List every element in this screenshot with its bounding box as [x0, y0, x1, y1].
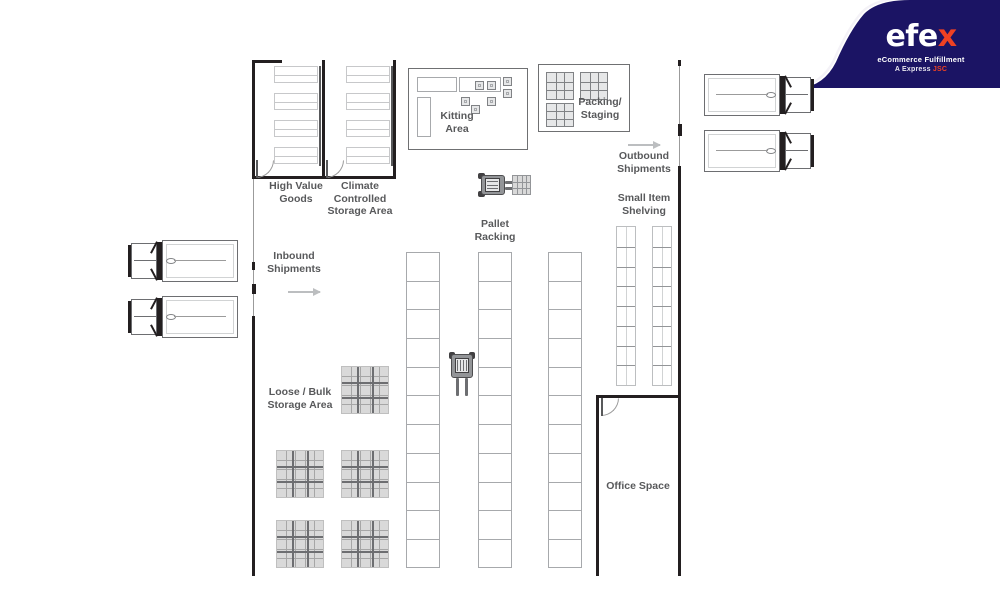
- wall-right-dock-opening-1: [679, 66, 680, 124]
- label-kitting-area: Kitting Area: [440, 110, 474, 135]
- wall-right-main: [678, 166, 681, 576]
- label-small-item-shelving: Small Item Shelving: [617, 192, 671, 217]
- door-office-space: [601, 398, 621, 416]
- kitting-station-1: [475, 81, 484, 90]
- label-climate-controlled-storage: Climate Controlled Storage Area: [327, 180, 393, 217]
- label-outbound-shipments: Outbound Shipments: [617, 150, 671, 175]
- truck-outbound-1: [704, 74, 814, 116]
- wall-left-upper: [252, 60, 255, 178]
- truck-inbound-1: [128, 240, 238, 282]
- bulk-storage-block-2: [276, 450, 324, 498]
- efex-logo: efex eCommerce Fulfillment A Express JSC: [856, 22, 986, 73]
- label-office-space: Office Space: [606, 480, 670, 492]
- wall-left-lower: [252, 316, 255, 576]
- warehouse-floor-plan-canvas: efex eCommerce Fulfillment A Express JSC: [0, 0, 1000, 600]
- pallet-rack-column-2: [478, 252, 512, 568]
- wall-top-left-stub: [252, 60, 282, 63]
- door-climate-storage: [326, 160, 346, 178]
- wall-climate-right: [393, 60, 396, 179]
- shelving-climate-controlled: [346, 66, 393, 166]
- bulk-storage-block-4: [276, 520, 324, 568]
- kitting-station-7: [487, 97, 496, 106]
- small-item-shelving-column-2: [652, 226, 672, 386]
- logo-subtagline-accent: JSC: [932, 65, 948, 73]
- wall-room-divider: [322, 60, 325, 179]
- outbound-arrow-icon: [628, 141, 661, 149]
- logo-word-prefix: efe: [885, 19, 938, 54]
- label-packing-staging: Packing/ Staging: [578, 96, 622, 121]
- pallet-rack-column-1: [406, 252, 440, 568]
- logo-word-accent: x: [937, 19, 957, 54]
- bulk-storage-block-5: [341, 520, 389, 568]
- wall-left-dock-opening-3: [253, 294, 254, 316]
- wall-right-dock-jamb-2: [678, 124, 682, 136]
- logo-wordmark: efex: [856, 22, 986, 52]
- kitting-station-5: [461, 97, 470, 106]
- shelving-high-value-goods: [274, 66, 321, 166]
- inbound-arrow-icon: [288, 288, 321, 296]
- wall-left-dock-jamb-2: [252, 284, 256, 294]
- door-high-value-goods: [256, 160, 276, 178]
- kitting-station-4: [503, 89, 512, 98]
- forklift-icon-2: [448, 350, 476, 398]
- pallet-rack-column-3: [548, 252, 582, 568]
- logo-subtagline: A Express JSC: [856, 66, 986, 73]
- label-pallet-racking: Pallet Racking: [474, 218, 516, 243]
- forklift-icon-1: [476, 172, 532, 198]
- kitting-station-3: [503, 77, 512, 86]
- kitting-station-2: [487, 81, 496, 90]
- bulk-storage-block-3: [341, 450, 389, 498]
- truck-outbound-2: [704, 130, 814, 172]
- logo-subtagline-text: A Express: [894, 65, 931, 73]
- small-item-shelving-column-1: [616, 226, 636, 386]
- label-inbound-shipments: Inbound Shipments: [267, 250, 321, 275]
- bulk-storage-block-1: [341, 366, 389, 414]
- room-kitting-area: [408, 68, 528, 150]
- kitting-workbench-1: [417, 77, 457, 92]
- logo-tagline: eCommerce Fulfillment: [877, 55, 965, 64]
- label-loose-bulk-storage: Loose / Bulk Storage Area: [267, 386, 333, 411]
- truck-inbound-2: [128, 296, 238, 338]
